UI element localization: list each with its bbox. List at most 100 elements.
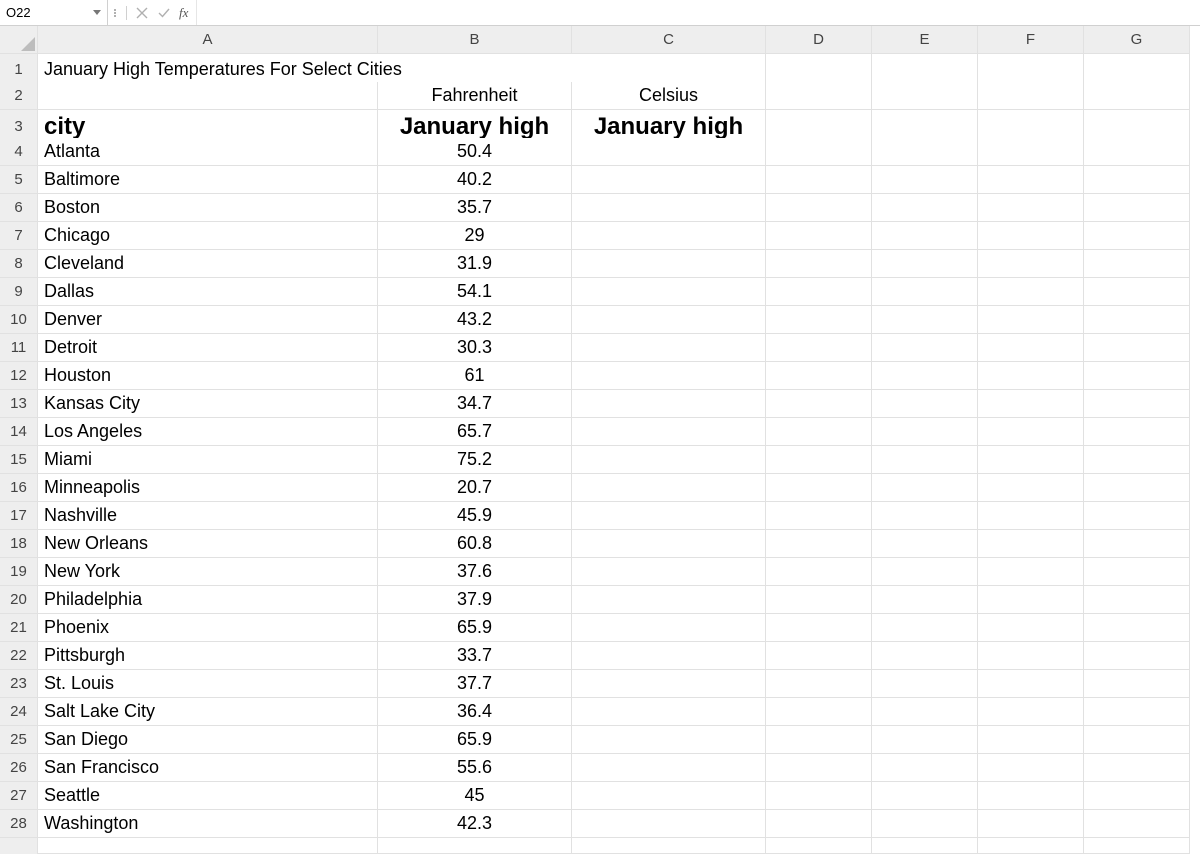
cell-E22[interactable] xyxy=(872,642,978,670)
cell-E11[interactable] xyxy=(872,334,978,362)
cell-F13[interactable] xyxy=(978,390,1084,418)
row-head-9[interactable]: 9 xyxy=(0,278,38,306)
cell-G27[interactable] xyxy=(1084,782,1190,810)
cell-F27[interactable] xyxy=(978,782,1084,810)
cell-F7[interactable] xyxy=(978,222,1084,250)
cell-E9[interactable] xyxy=(872,278,978,306)
cell-E5[interactable] xyxy=(872,166,978,194)
cell-F11[interactable] xyxy=(978,334,1084,362)
cell-G15[interactable] xyxy=(1084,446,1190,474)
cell-fahrenheit-18[interactable]: 60.8 xyxy=(378,530,572,558)
row-head-12[interactable]: 12 xyxy=(0,362,38,390)
col-head-A[interactable]: A xyxy=(38,26,378,54)
cell-D4[interactable] xyxy=(766,138,872,166)
cell-E16[interactable] xyxy=(872,474,978,502)
cell-fahrenheit-20[interactable]: 37.9 xyxy=(378,586,572,614)
cell-D19[interactable] xyxy=(766,558,872,586)
cell-E12[interactable] xyxy=(872,362,978,390)
cell-city-26[interactable]: San Francisco xyxy=(38,754,378,782)
cell-C2[interactable]: Celsius xyxy=(572,82,766,110)
cell-G10[interactable] xyxy=(1084,306,1190,334)
cell-G19[interactable] xyxy=(1084,558,1190,586)
cell-G8[interactable] xyxy=(1084,250,1190,278)
col-head-C[interactable]: C xyxy=(572,26,766,54)
cell-fahrenheit-4[interactable]: 50.4 xyxy=(378,138,572,166)
cell-D23[interactable] xyxy=(766,670,872,698)
cell-celsius-11[interactable] xyxy=(572,334,766,362)
select-all-corner[interactable] xyxy=(0,26,38,54)
cell-D6[interactable] xyxy=(766,194,872,222)
row-head-27[interactable]: 27 xyxy=(0,782,38,810)
cell-celsius-13[interactable] xyxy=(572,390,766,418)
cell-G17[interactable] xyxy=(1084,502,1190,530)
cell-D26[interactable] xyxy=(766,754,872,782)
row-head-22[interactable]: 22 xyxy=(0,642,38,670)
cell-E2[interactable] xyxy=(872,82,978,110)
cell-E18[interactable] xyxy=(872,530,978,558)
cell-fahrenheit-24[interactable]: 36.4 xyxy=(378,698,572,726)
cell-F28[interactable] xyxy=(978,810,1084,838)
cell-celsius-24[interactable] xyxy=(572,698,766,726)
cell-G11[interactable] xyxy=(1084,334,1190,362)
cell-celsius-27[interactable] xyxy=(572,782,766,810)
row-head-13[interactable]: 13 xyxy=(0,390,38,418)
cell-G16[interactable] xyxy=(1084,474,1190,502)
row-head-2[interactable]: 2 xyxy=(0,82,38,110)
cell-fahrenheit-19[interactable]: 37.6 xyxy=(378,558,572,586)
cell-F8[interactable] xyxy=(978,250,1084,278)
cell-G12[interactable] xyxy=(1084,362,1190,390)
cell-G22[interactable] xyxy=(1084,642,1190,670)
confirm-icon[interactable] xyxy=(153,0,175,25)
cell-E28[interactable] xyxy=(872,810,978,838)
cell-F12[interactable] xyxy=(978,362,1084,390)
cell-E7[interactable] xyxy=(872,222,978,250)
cell-fahrenheit-14[interactable]: 65.7 xyxy=(378,418,572,446)
cell-celsius-15[interactable] xyxy=(572,446,766,474)
cell-D9[interactable] xyxy=(766,278,872,306)
cell-F2[interactable] xyxy=(978,82,1084,110)
cell-F25[interactable] xyxy=(978,726,1084,754)
row-head-10[interactable]: 10 xyxy=(0,306,38,334)
cell-city-16[interactable]: Minneapolis xyxy=(38,474,378,502)
cell-D17[interactable] xyxy=(766,502,872,530)
cell-A2[interactable] xyxy=(38,82,378,110)
cell-F20[interactable] xyxy=(978,586,1084,614)
cell-city-20[interactable]: Philadelphia xyxy=(38,586,378,614)
cell-city-7[interactable]: Chicago xyxy=(38,222,378,250)
row-head-16[interactable]: 16 xyxy=(0,474,38,502)
cell-D10[interactable] xyxy=(766,306,872,334)
row-head-21[interactable]: 21 xyxy=(0,614,38,642)
cell-G18[interactable] xyxy=(1084,530,1190,558)
cell-D21[interactable] xyxy=(766,614,872,642)
cell-city-15[interactable]: Miami xyxy=(38,446,378,474)
cell-E15[interactable] xyxy=(872,446,978,474)
cell-G21[interactable] xyxy=(1084,614,1190,642)
cell-D11[interactable] xyxy=(766,334,872,362)
cell-fahrenheit-10[interactable]: 43.2 xyxy=(378,306,572,334)
cell-G20[interactable] xyxy=(1084,586,1190,614)
cell-D20[interactable] xyxy=(766,586,872,614)
cell-celsius-12[interactable] xyxy=(572,362,766,390)
cell-celsius-25[interactable] xyxy=(572,726,766,754)
row-head-19[interactable]: 19 xyxy=(0,558,38,586)
cell-fahrenheit-26[interactable]: 55.6 xyxy=(378,754,572,782)
spreadsheet-grid[interactable]: A B C D E F G 1 January High Temperature… xyxy=(0,26,1200,866)
cell-E10[interactable] xyxy=(872,306,978,334)
cell-F23[interactable] xyxy=(978,670,1084,698)
cell-G13[interactable] xyxy=(1084,390,1190,418)
cell-city-28[interactable]: Washington xyxy=(38,810,378,838)
cell-G24[interactable] xyxy=(1084,698,1190,726)
cell-fahrenheit-28[interactable]: 42.3 xyxy=(378,810,572,838)
cell-F19[interactable] xyxy=(978,558,1084,586)
cell-E21[interactable] xyxy=(872,614,978,642)
cell-D16[interactable] xyxy=(766,474,872,502)
cell-celsius-6[interactable] xyxy=(572,194,766,222)
cell-celsius-8[interactable] xyxy=(572,250,766,278)
cell-F10[interactable] xyxy=(978,306,1084,334)
cell-F17[interactable] xyxy=(978,502,1084,530)
cell-celsius-20[interactable] xyxy=(572,586,766,614)
cell-G6[interactable] xyxy=(1084,194,1190,222)
cell-G25[interactable] xyxy=(1084,726,1190,754)
cell-celsius-23[interactable] xyxy=(572,670,766,698)
cell-G9[interactable] xyxy=(1084,278,1190,306)
